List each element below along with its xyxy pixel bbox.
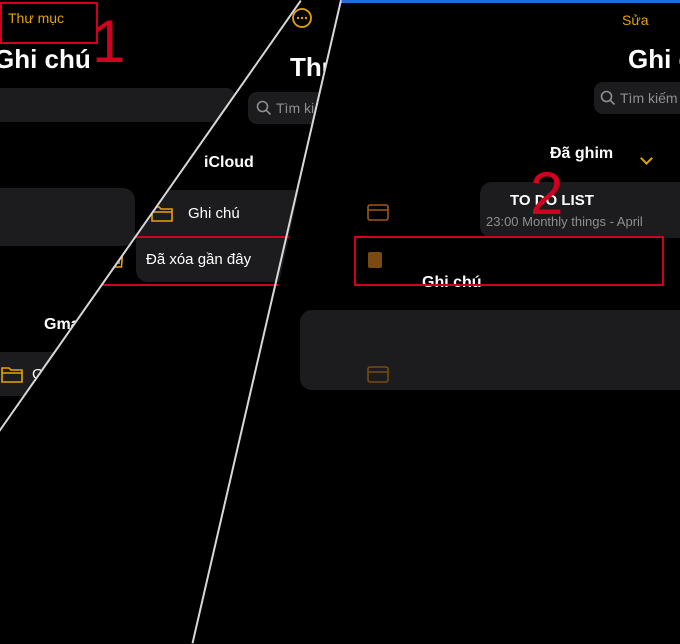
edit-button[interactable]: Sửa [622, 12, 649, 28]
search-input[interactable] [0, 88, 235, 122]
search-icon [256, 100, 272, 116]
highlight-pinned-note [354, 236, 664, 286]
page-title: Ghi chú [0, 44, 91, 74]
note-card[interactable] [300, 310, 680, 390]
folder-label: Ghi chú [188, 205, 240, 222]
step-number-1: 1 [92, 8, 126, 75]
search-placeholder: Tìm kiếm [620, 90, 678, 106]
note-card[interactable] [0, 188, 135, 246]
step-number-2: 2 [530, 160, 564, 227]
note-card-pinned[interactable]: TO DO LIST 23:00 Monthly things - April [480, 182, 680, 238]
note-meta: 23:00 Monthly things - April [486, 214, 643, 229]
section-header-icloud: iCloud [204, 154, 254, 171]
page-title: Ghi chú [628, 44, 680, 74]
chevron-down-icon[interactable] [640, 152, 653, 165]
top-accent-bar [340, 0, 680, 3]
folder-icon [367, 366, 389, 383]
search-icon [600, 90, 616, 106]
folder-icon [367, 204, 389, 221]
search-input[interactable]: Tìm kiếm [594, 82, 680, 114]
folder-icon [1, 367, 23, 383]
highlight-back-button [0, 2, 98, 44]
